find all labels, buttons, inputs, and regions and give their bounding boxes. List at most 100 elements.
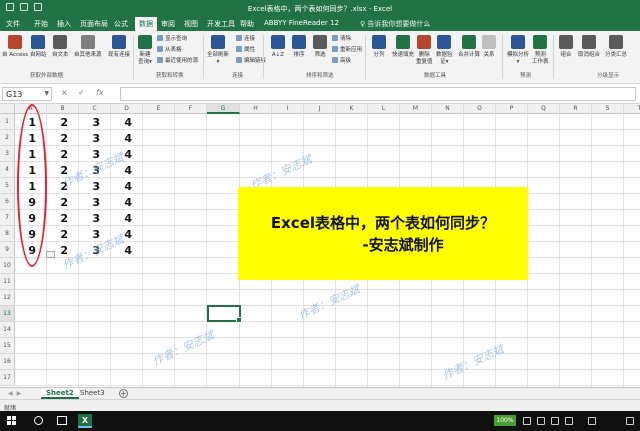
ungroup-button[interactable]: 取消组合 [578, 35, 600, 59]
properties-button[interactable]: 属性 [236, 46, 255, 54]
tab-6[interactable]: 审阅 [161, 19, 175, 29]
edit-links-button[interactable]: 编辑链接 [236, 57, 266, 65]
remove-duplicates-button[interactable]: 删除 重复值 [416, 35, 433, 66]
row-header-17[interactable]: 17 [0, 370, 15, 386]
tab-5[interactable]: 数据 [135, 17, 157, 31]
tab-10[interactable]: ABBYY FineReader 12 [264, 19, 339, 27]
row-header-7[interactable]: 7 [0, 210, 15, 226]
tray-ime-icon[interactable] [565, 417, 573, 425]
cell-C1[interactable]: 3 [79, 116, 100, 130]
cell-C2[interactable]: 3 [79, 132, 100, 146]
column-header-Q[interactable]: Q [528, 104, 560, 114]
column-header-L[interactable]: L [368, 104, 400, 114]
column-header-G[interactable]: G [207, 104, 240, 114]
row-header-3[interactable]: 3 [0, 146, 15, 162]
tab-0[interactable]: 文件 [6, 19, 20, 29]
from-table-button[interactable]: 从表格 [157, 46, 182, 54]
add-sheet-button[interactable]: + [119, 389, 128, 398]
column-header-S[interactable]: S [592, 104, 624, 114]
data-validation-button[interactable]: 数据验 证▾ [436, 35, 453, 66]
excel-taskbar-icon[interactable]: X [78, 414, 92, 428]
column-header-O[interactable]: O [464, 104, 496, 114]
tell-me-search[interactable]: ♀ 告诉我你想要做什么 [360, 19, 430, 29]
what-if-button[interactable]: 模拟分析 ▾ [507, 35, 529, 66]
column-header-N[interactable]: N [432, 104, 464, 114]
consolidate-button[interactable]: 合并计算 [458, 35, 480, 59]
tab-9[interactable]: 帮助 [240, 19, 254, 29]
tab-7[interactable]: 视图 [184, 19, 198, 29]
column-header-F[interactable]: F [175, 104, 207, 114]
tray-network-icon[interactable] [523, 417, 531, 425]
column-header-M[interactable]: M [400, 104, 432, 114]
row-header-13[interactable]: 13 [0, 306, 15, 322]
column-header-K[interactable]: K [336, 104, 368, 114]
split-button[interactable]: 分列 [372, 35, 386, 59]
column-header-I[interactable]: I [272, 104, 304, 114]
show-queries-button[interactable]: 显示查询 [157, 35, 187, 43]
tab-2[interactable]: 插入 [57, 19, 71, 29]
from-access-button[interactable]: 自 Access [2, 35, 28, 59]
cell-D1[interactable]: 4 [111, 116, 132, 130]
cell-B7[interactable]: 2 [47, 212, 68, 226]
tab-3[interactable]: 页面布局 [80, 19, 108, 29]
relationships-button[interactable]: 关系 [482, 35, 496, 59]
selected-cell-G13[interactable] [207, 305, 242, 323]
row-header-10[interactable]: 10 [0, 258, 15, 274]
enter-icon[interactable]: ✓ [78, 88, 85, 97]
connections-button[interactable]: 连接 [236, 35, 255, 43]
row-header-9[interactable]: 9 [0, 242, 15, 258]
cell-D7[interactable]: 4 [111, 212, 132, 226]
windows-start-icon[interactable] [7, 416, 17, 426]
tab-4[interactable]: 公式 [114, 19, 128, 29]
row-header-6[interactable]: 6 [0, 194, 15, 210]
name-box[interactable]: G13 ▼ [2, 87, 52, 101]
column-header-B[interactable]: B [47, 104, 79, 114]
tab-8[interactable]: 开发工具 [207, 19, 235, 29]
cell-C6[interactable]: 3 [79, 196, 100, 210]
column-header-C[interactable]: C [79, 104, 111, 114]
sheet-tab-sheet2[interactable]: Sheet2 [41, 388, 79, 399]
tab-1[interactable]: 开始 [34, 19, 48, 29]
column-header-R[interactable]: R [560, 104, 592, 114]
function-icon[interactable]: fx [96, 88, 104, 97]
chevron-down-icon[interactable]: ▼ [44, 90, 49, 97]
cell-B3[interactable]: 2 [47, 148, 68, 162]
refresh-all-button[interactable]: 全部刷新 ▾ [207, 35, 229, 66]
cell-D5[interactable]: 4 [111, 180, 132, 194]
row-header-14[interactable]: 14 [0, 322, 15, 338]
worksheet-grid[interactable]: A B C D E F G H I J K L M N O P Q R S T 1 2 3 4 5 6 7 8 9 10 11 12 13 14 1… [0, 104, 640, 387]
column-header-H[interactable]: H [240, 104, 272, 114]
cancel-icon[interactable]: × [61, 88, 68, 97]
cell-C7[interactable]: 3 [79, 212, 100, 226]
cell-B8[interactable]: 2 [47, 228, 68, 242]
flash-fill-button[interactable]: 快速填充 [392, 35, 414, 59]
formula-input[interactable] [120, 87, 636, 101]
column-header-D[interactable]: D [111, 104, 143, 114]
cell-C8[interactable]: 3 [79, 228, 100, 242]
from-text-button[interactable]: 自文本 [52, 35, 69, 59]
from-other-sources-button[interactable]: 自其他来源 [74, 35, 102, 59]
new-query-button[interactable]: 新建 查询▾ [138, 35, 152, 66]
sheet-tab-sheet3[interactable]: Sheet3 [75, 388, 110, 399]
column-header-J[interactable]: J [304, 104, 336, 114]
reapply-button[interactable]: 重新应用 [332, 46, 362, 54]
forecast-sheet-button[interactable]: 预测 工作表 [532, 35, 549, 66]
row-header-12[interactable]: 12 [0, 290, 15, 306]
filter-button[interactable]: 筛选 [313, 35, 327, 59]
tray-battery-icon[interactable] [551, 417, 559, 425]
advanced-button[interactable]: 高级 [332, 57, 351, 65]
column-header-E[interactable]: E [143, 104, 175, 114]
existing-connections-button[interactable]: 现有连接 [108, 35, 130, 59]
sort-az-button[interactable]: A↓Z [271, 35, 285, 59]
row-header-4[interactable]: 4 [0, 162, 15, 178]
cell-B6[interactable]: 2 [47, 196, 68, 210]
recent-sources-button[interactable]: 最近使用的源 [157, 57, 198, 65]
row-header-2[interactable]: 2 [0, 130, 15, 146]
select-all-corner[interactable] [0, 104, 15, 114]
subtotal-button[interactable]: 分类汇总 [605, 35, 627, 59]
tray-wifi-icon[interactable] [588, 417, 596, 425]
row-header-11[interactable]: 11 [0, 274, 15, 290]
tray-volume-icon[interactable] [537, 417, 545, 425]
task-view-icon[interactable] [57, 416, 67, 425]
sheet-nav-arrows[interactable]: ◀▶ [8, 390, 25, 397]
